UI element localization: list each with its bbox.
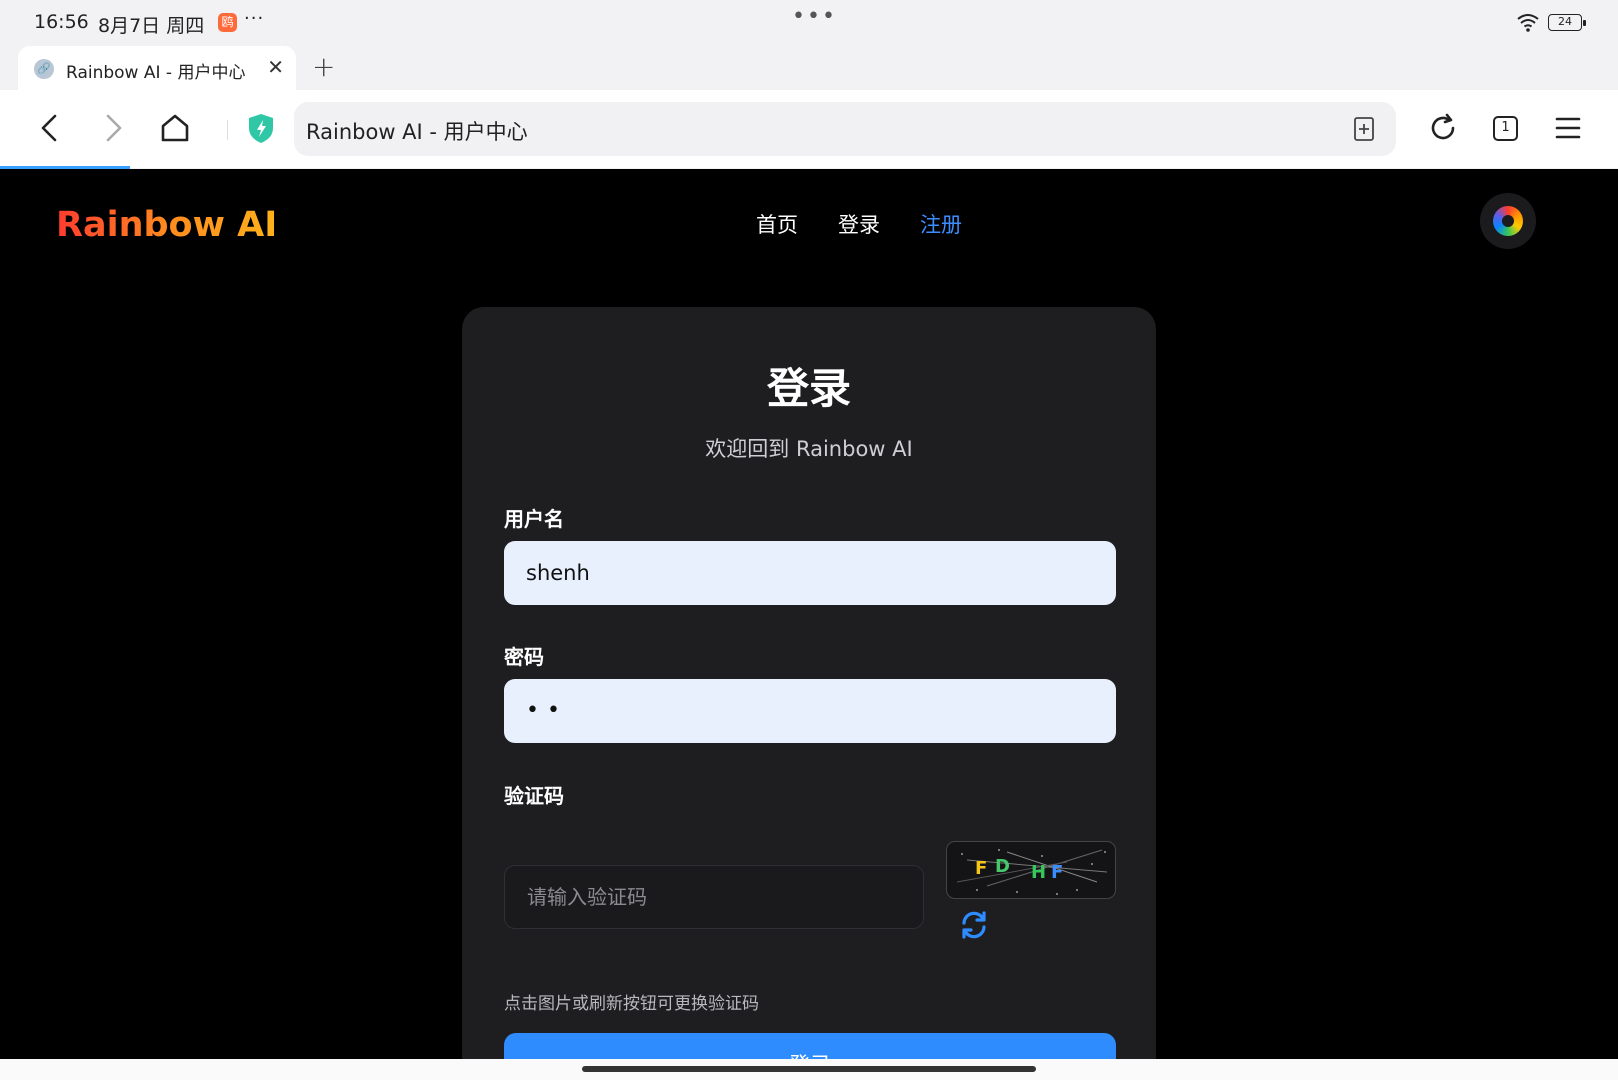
shield-icon[interactable] — [241, 108, 281, 148]
tab-bar: 🔗 Rainbow AI - 用户中心 ✕ + — [0, 44, 1618, 90]
wifi-icon — [1517, 14, 1539, 32]
forward-icon[interactable] — [93, 108, 133, 148]
status-date: 8月7日 周四 — [98, 15, 205, 37]
refresh-captcha-icon[interactable] — [958, 909, 990, 941]
multitask-handle-icon[interactable]: ••• — [792, 4, 837, 29]
nav-login[interactable]: 登录 — [838, 209, 880, 239]
app-notification-icon: 鸥 — [218, 13, 237, 32]
username-input[interactable] — [504, 541, 1116, 605]
login-title: 登录 — [766, 364, 851, 413]
captcha-label: 验证码 — [504, 784, 564, 808]
toolbar-divider — [227, 120, 228, 140]
password-label: 密码 — [504, 645, 544, 669]
more-notifications-icon: ··· — [244, 8, 265, 29]
address-bar[interactable]: Rainbow AI - 用户中心 — [294, 102, 1396, 156]
password-mask: •• — [526, 698, 568, 723]
captcha-input[interactable] — [504, 865, 924, 929]
new-tab-button[interactable]: + — [312, 50, 335, 83]
palette-icon — [1493, 206, 1523, 236]
back-icon[interactable] — [30, 108, 70, 148]
login-subtitle: 欢迎回到 Rainbow AI — [705, 437, 913, 461]
login-submit-button[interactable]: 登录 — [504, 1033, 1116, 1059]
close-tab-icon[interactable]: ✕ — [267, 55, 284, 79]
webpage: Rainbow AI 首页 登录 注册 登录 欢迎回到 Rainbow AI 用… — [0, 169, 1618, 1059]
site-logo[interactable]: Rainbow AI — [56, 205, 277, 245]
browser-toolbar: Rainbow AI - 用户中心 1 — [0, 90, 1618, 168]
home-indicator[interactable] — [582, 1066, 1036, 1072]
refresh-page-icon[interactable] — [1423, 108, 1463, 148]
captcha-char: H — [1031, 862, 1047, 883]
status-bar: 16:56 8月7日 周四 鸥 ··· ••• 24 — [0, 0, 1618, 44]
battery-icon: 24 — [1548, 14, 1586, 31]
login-card: 登录 欢迎回到 Rainbow AI 用户名 密码 •• 验证码 F D — [462, 307, 1156, 1059]
nav-register[interactable]: 注册 — [920, 209, 962, 239]
tab-count-button[interactable]: 1 — [1493, 116, 1518, 141]
captcha-char: F — [975, 858, 988, 879]
address-text: Rainbow AI - 用户中心 — [306, 120, 528, 144]
password-input[interactable]: •• — [504, 679, 1116, 743]
status-time: 16:56 — [34, 11, 89, 33]
captcha-image[interactable]: F D H F — [946, 841, 1116, 899]
captcha-char: D — [995, 856, 1010, 877]
browser-tab[interactable]: 🔗 Rainbow AI - 用户中心 ✕ — [18, 46, 296, 90]
theme-toggle-button[interactable] — [1480, 193, 1536, 249]
captcha-hint: 点击图片或刷新按钮可更换验证码 — [504, 994, 759, 1014]
home-icon[interactable] — [155, 108, 195, 148]
captcha-char: F — [1051, 862, 1064, 883]
nav-home[interactable]: 首页 — [756, 209, 798, 239]
tab-title: Rainbow AI - 用户中心 — [66, 63, 246, 83]
add-bookmark-icon[interactable] — [1352, 116, 1376, 142]
site-nav: 首页 登录 注册 — [756, 209, 1002, 239]
username-label: 用户名 — [504, 507, 564, 531]
menu-icon[interactable] — [1548, 108, 1588, 148]
link-favicon-icon: 🔗 — [34, 59, 54, 79]
